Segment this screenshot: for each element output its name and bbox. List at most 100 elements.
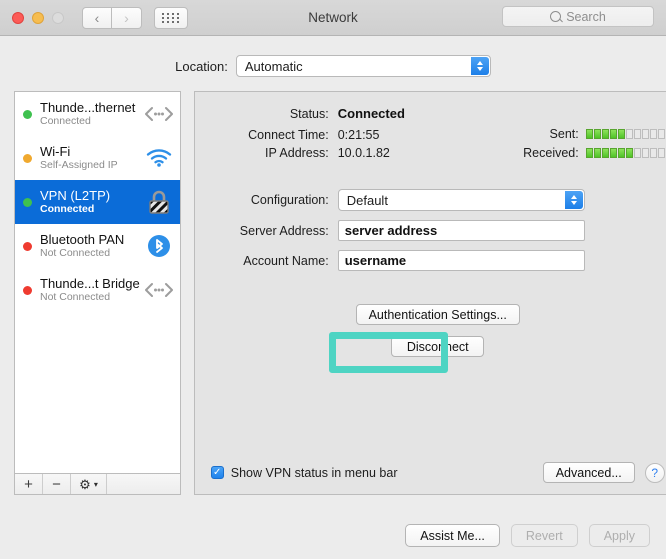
meter-segment xyxy=(649,129,657,139)
received-label: Received: xyxy=(523,146,579,160)
service-row-ethernet[interactable]: Thunde...thernet Connected xyxy=(15,92,180,136)
navigation-buttons: ‹ › xyxy=(82,6,142,29)
location-dropdown[interactable]: Automatic xyxy=(235,55,491,77)
action-buttons: Authentication Settings... Disconnect xyxy=(195,304,666,357)
advanced-button[interactable]: Advanced... xyxy=(542,462,635,483)
connect-time-label: Connect Time: xyxy=(248,128,329,142)
add-service-button[interactable]: + xyxy=(15,474,43,494)
meter-segment xyxy=(601,129,609,139)
disconnect-label: Disconnect xyxy=(406,339,469,354)
status-dot xyxy=(23,153,32,163)
status-label: Status: xyxy=(289,106,329,121)
meter-segment xyxy=(609,148,617,158)
account-name-input[interactable]: username xyxy=(337,250,585,271)
search-placeholder: Search xyxy=(566,9,606,24)
meter-segment xyxy=(601,148,609,158)
service-row-thunderbolt-bridge[interactable]: Thunde...t Bridge Not Connected xyxy=(15,268,180,312)
meter-segment xyxy=(625,129,633,139)
account-name-row: Account Name: username xyxy=(211,250,665,271)
sent-label: Sent: xyxy=(549,127,579,141)
gear-icon: ⚙ xyxy=(79,476,91,492)
server-address-row: Server Address: server address xyxy=(211,220,665,241)
service-status: Connected xyxy=(40,115,91,128)
location-value: Automatic xyxy=(244,58,303,74)
title-bar: ‹ › Network Search xyxy=(0,0,666,36)
minus-icon: − xyxy=(52,475,61,493)
ip-address-value: 10.0.1.82 xyxy=(337,146,390,160)
close-button[interactable] xyxy=(12,11,24,24)
status-value: Connected xyxy=(337,106,405,121)
meter-segment xyxy=(585,129,593,139)
forward-button[interactable]: › xyxy=(112,6,142,29)
help-button[interactable]: ? xyxy=(644,462,665,483)
service-name: Wi-Fi xyxy=(40,144,71,159)
chevron-updown-icon[interactable] xyxy=(470,57,489,75)
service-status: Connected xyxy=(40,203,95,216)
show-vpn-status-label: Show VPN status in menu bar xyxy=(230,465,398,480)
detail-bottom-row: ✓ Show VPN status in menu bar Advanced..… xyxy=(210,462,665,483)
configuration-value: Default xyxy=(346,192,388,208)
configuration-dropdown[interactable]: Default xyxy=(337,189,585,211)
ethernet-icon xyxy=(144,99,174,129)
checkmark-icon: ✓ xyxy=(213,467,222,478)
remove-service-button[interactable]: − xyxy=(43,474,71,494)
location-row: Location: Automatic xyxy=(0,55,666,77)
account-name-label: Account Name: xyxy=(243,253,329,268)
ethernet-icon xyxy=(144,275,174,305)
meter-segment xyxy=(617,129,625,139)
plus-icon: + xyxy=(24,475,33,493)
configuration-label: Configuration: xyxy=(250,193,329,207)
minimize-button[interactable] xyxy=(32,11,44,24)
service-name: Thunde...t Bridge xyxy=(40,276,140,291)
meter-segment xyxy=(641,148,649,158)
chevron-left-icon: ‹ xyxy=(94,9,100,26)
revert-button: Revert xyxy=(510,524,578,547)
status-row: Status: Connected xyxy=(211,106,665,121)
service-row-vpn[interactable]: VPN (L2TP) Connected xyxy=(15,180,180,224)
meter-segment xyxy=(641,129,649,139)
meter-segment xyxy=(657,129,665,139)
disconnect-button[interactable]: Disconnect xyxy=(391,336,485,357)
show-all-icon xyxy=(162,12,180,23)
account-name-value: username xyxy=(344,253,407,268)
search-field[interactable]: Search xyxy=(502,6,654,27)
status-dot xyxy=(23,197,32,207)
service-name: Thunde...thernet xyxy=(40,100,136,115)
configuration-row: Configuration: Default xyxy=(211,189,665,211)
chevron-down-icon: ▾ xyxy=(93,479,98,489)
server-address-input[interactable]: server address xyxy=(337,220,585,241)
meter-segment xyxy=(633,129,641,139)
service-status: Self-Assigned IP xyxy=(40,159,118,172)
meter-segment xyxy=(593,148,601,158)
apply-label: Apply xyxy=(603,528,635,543)
status-dot xyxy=(23,241,32,251)
sent-activity-meter xyxy=(585,129,665,139)
back-button[interactable]: ‹ xyxy=(82,6,112,29)
authentication-settings-button[interactable]: Authentication Settings... xyxy=(355,304,520,325)
meter-segment xyxy=(625,148,633,158)
authentication-settings-label: Authentication Settings... xyxy=(368,307,507,322)
connect-time-value: 0:21:55 xyxy=(337,128,380,142)
service-list[interactable]: Thunde...thernet Connected Wi-Fi Self-As… xyxy=(14,91,181,473)
revert-label: Revert xyxy=(525,528,563,543)
service-actions-button[interactable]: ⚙ ▾ xyxy=(71,474,107,494)
zoom-button[interactable] xyxy=(52,11,64,24)
apply-button: Apply xyxy=(588,524,650,547)
show-all-button[interactable] xyxy=(154,6,188,29)
search-icon xyxy=(550,11,562,22)
service-row-wifi[interactable]: Wi-Fi Self-Assigned IP xyxy=(15,136,180,180)
meter-segment xyxy=(593,129,601,139)
advanced-label: Advanced... xyxy=(555,465,622,480)
chevron-updown-icon[interactable] xyxy=(564,191,583,209)
traffic-lights xyxy=(12,11,64,24)
status-dot xyxy=(23,285,32,295)
vpn-lock-icon xyxy=(144,187,174,217)
show-vpn-status-checkbox[interactable]: ✓ xyxy=(210,466,224,479)
service-row-bluetooth-pan[interactable]: Bluetooth PAN Not Connected xyxy=(15,224,180,268)
bluetooth-icon xyxy=(144,231,174,261)
meter-segment xyxy=(633,148,641,158)
network-preferences-window: ‹ › Network Search Location: Automatic T… xyxy=(0,0,666,559)
meter-segment xyxy=(617,148,625,158)
sent-meter-row: Sent: xyxy=(511,127,665,141)
assist-me-button[interactable]: Assist Me... xyxy=(405,524,500,547)
